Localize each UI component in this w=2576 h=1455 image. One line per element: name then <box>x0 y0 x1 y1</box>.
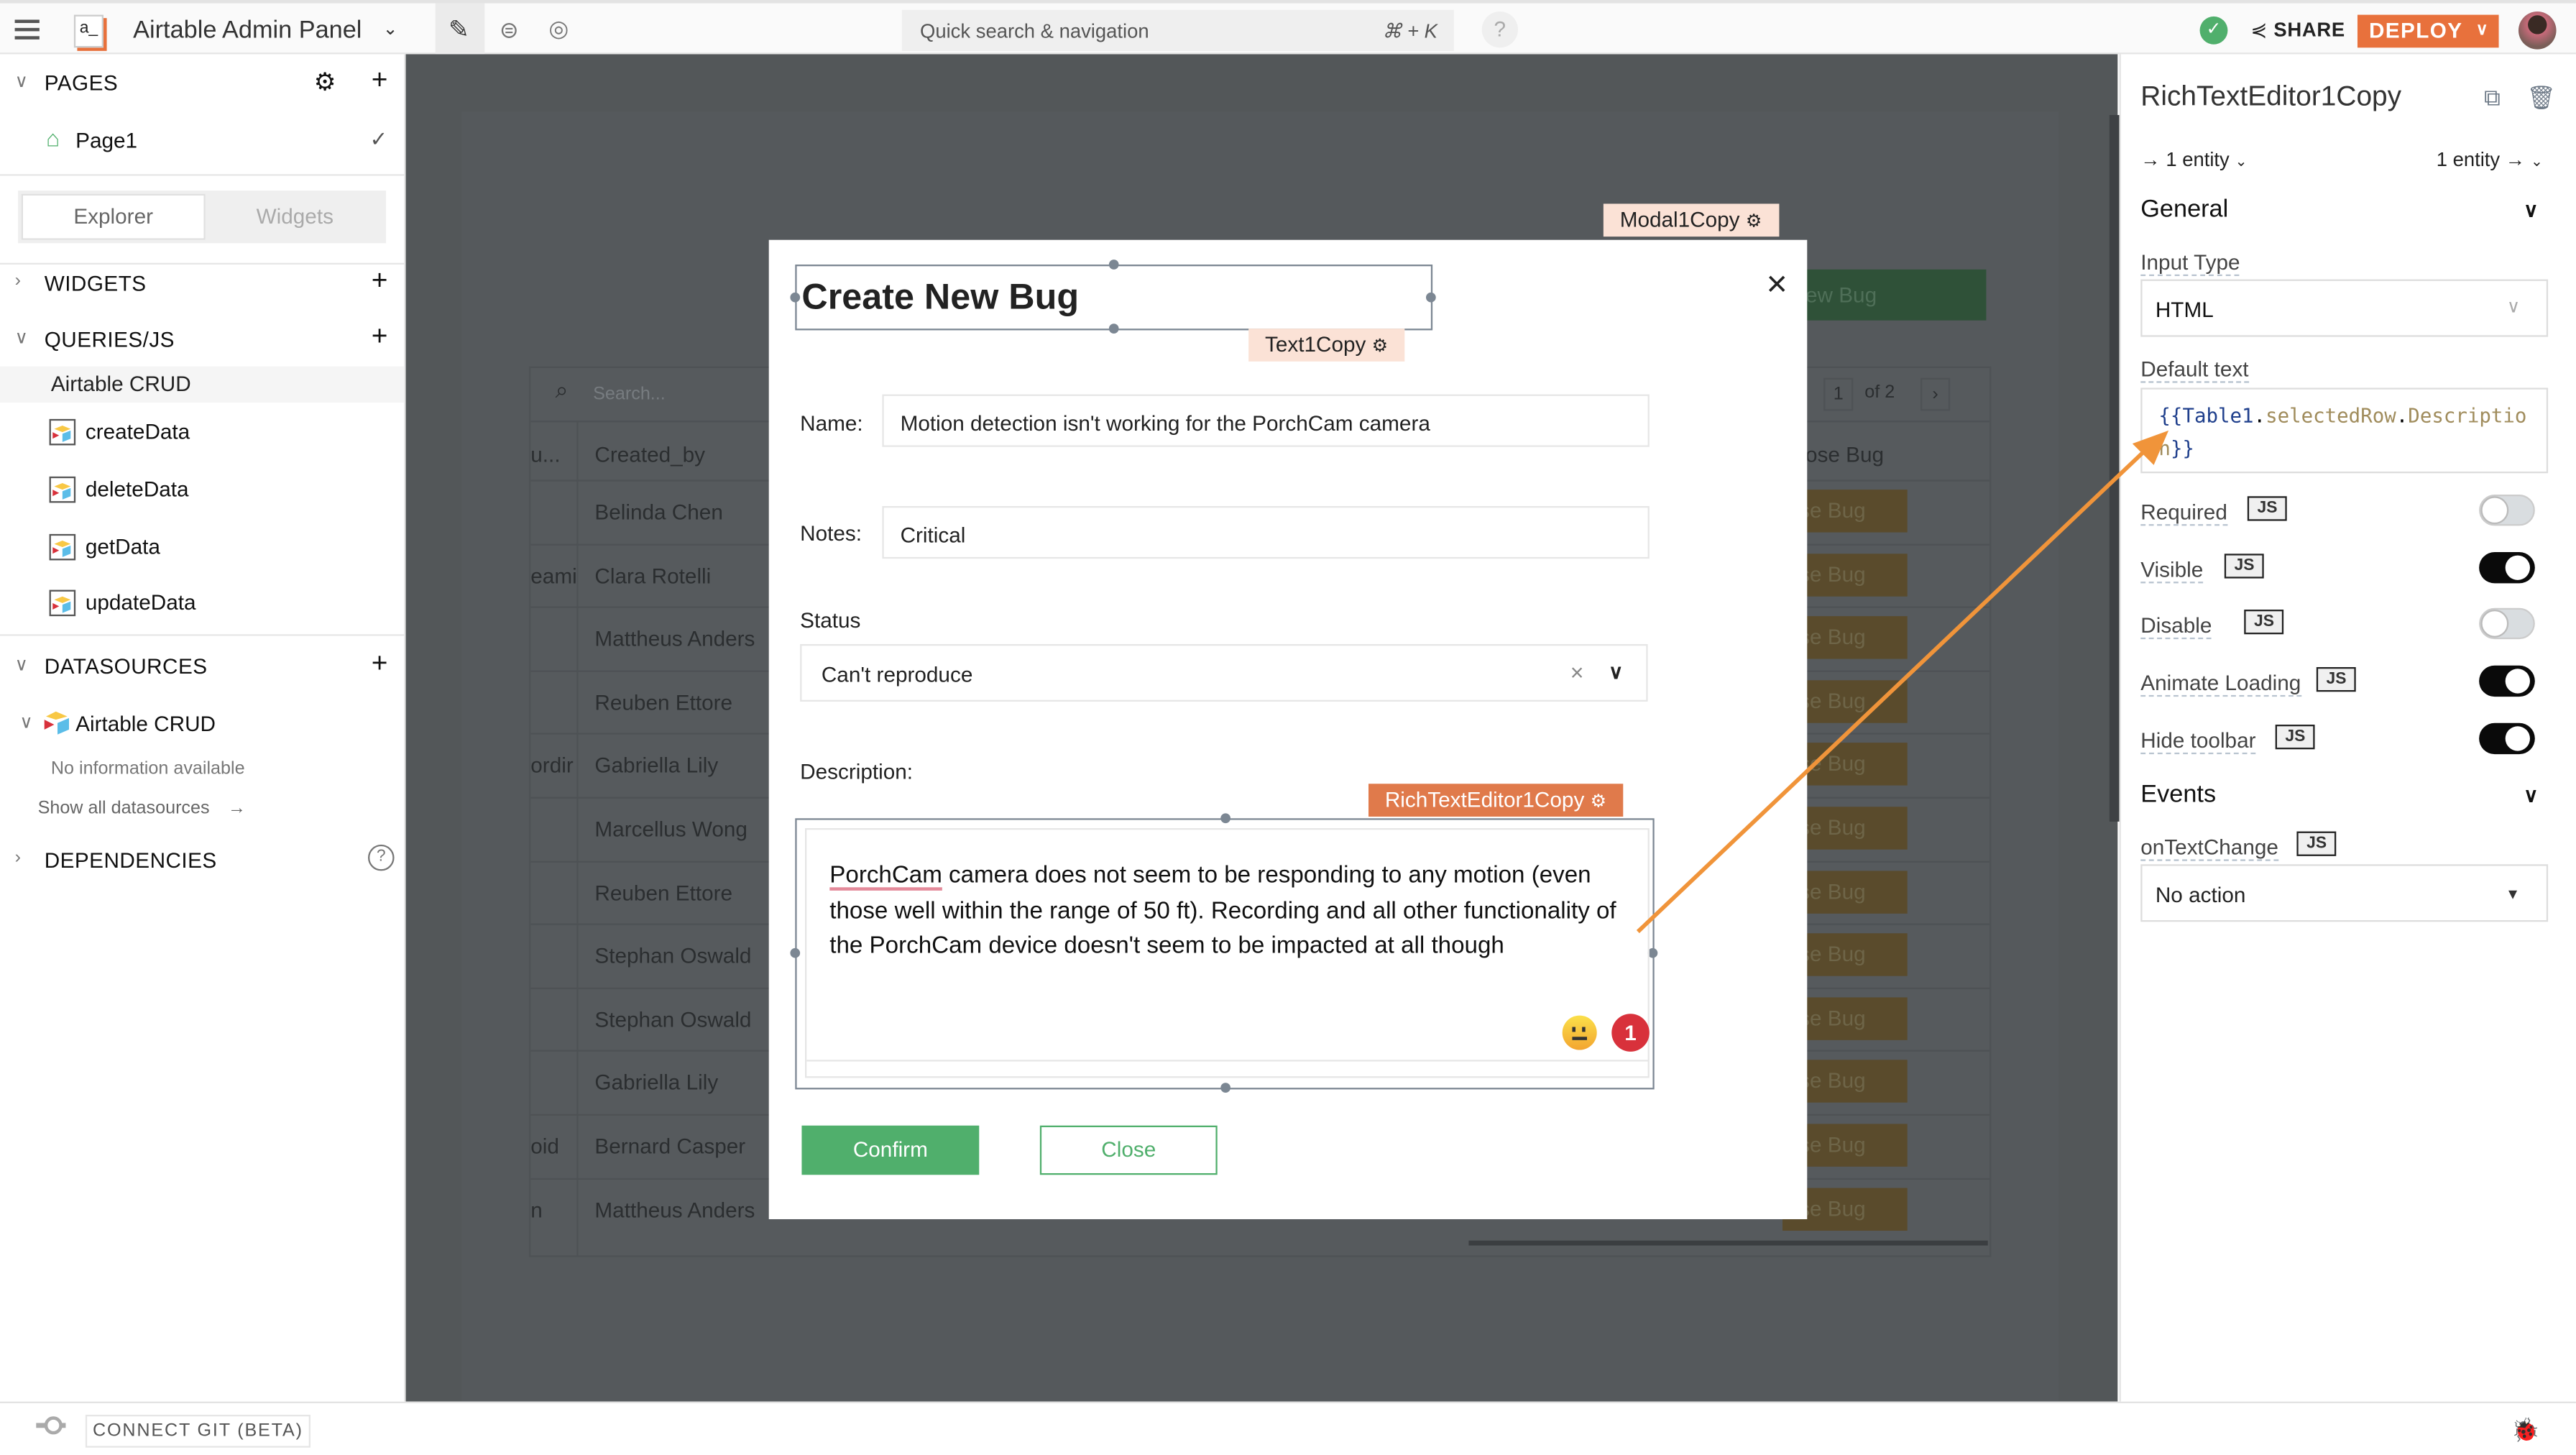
annotation-arrow <box>1636 430 2169 934</box>
bottom-bar: CONNECT GIT (BETA) 🐞 <box>0 1401 2576 1454</box>
arrow-line <box>1636 445 2150 934</box>
git-icon <box>36 1416 66 1435</box>
connect-git-button[interactable]: CONNECT GIT (BETA) <box>85 1414 310 1448</box>
bug-icon[interactable]: 🐞 <box>2511 1416 2540 1444</box>
